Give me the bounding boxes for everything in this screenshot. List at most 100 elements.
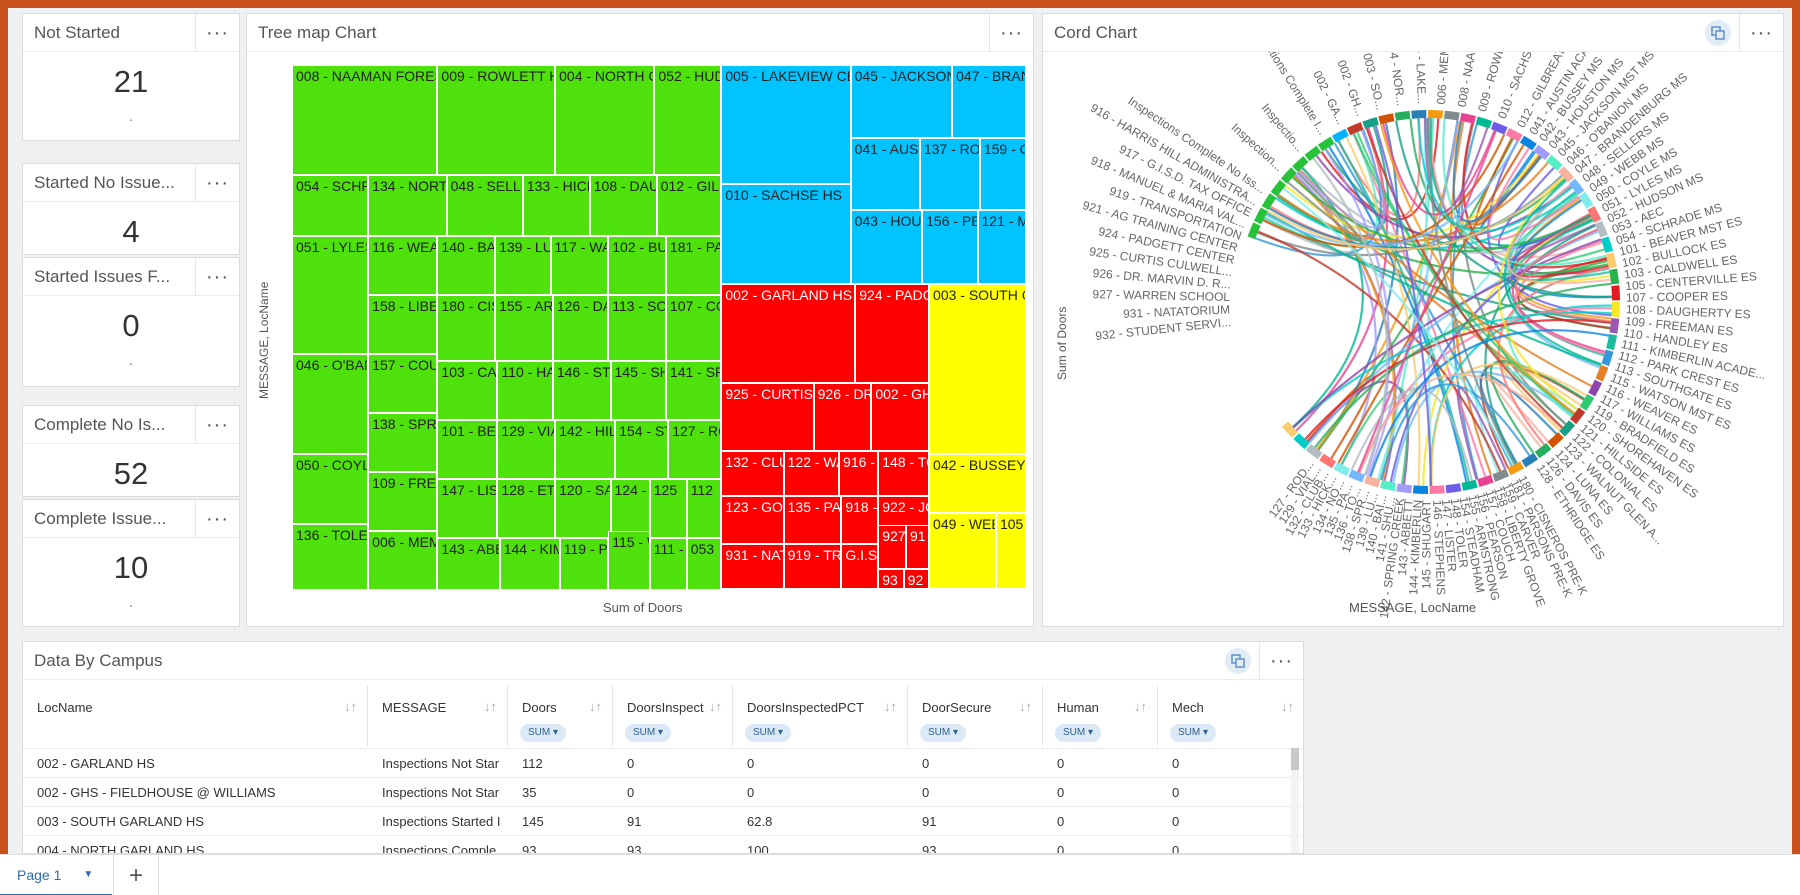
treemap-cell[interactable]: 93 <box>878 568 904 589</box>
treemap-cell[interactable]: 124 - SEWELL <box>610 478 650 538</box>
treemap-cell[interactable]: 155 - ARMSTRONG <box>495 295 553 362</box>
treemap-cell[interactable]: 045 - JACKSON <box>850 65 953 138</box>
treemap-cell[interactable]: 105 <box>995 513 1026 589</box>
more-options-icon[interactable]: ··· <box>195 406 239 444</box>
more-options-icon[interactable]: ··· <box>989 14 1033 52</box>
chord-arc[interactable] <box>1611 302 1620 318</box>
treemap-cell[interactable]: 134 - NORTHLAKE <box>368 175 447 237</box>
column-header[interactable]: DoorsInspect ↓↑ SUM ▾ <box>613 686 733 746</box>
more-options-icon[interactable]: ··· <box>195 164 239 202</box>
treemap-cell[interactable]: 127 - RODRIGUEZ <box>668 420 722 479</box>
kpi-card-complete-issues[interactable]: Complete Issue... ··· 10 . <box>22 499 240 627</box>
page-tab-active[interactable]: Page 1 ▼ <box>0 855 112 895</box>
table-row[interactable]: 002 - GARLAND HS Inspections Not Star 112 0… <box>23 748 1303 777</box>
treemap-cell[interactable]: 125 <box>649 478 687 538</box>
treemap-cell[interactable]: 154 - STEPHENS <box>615 420 669 479</box>
treemap-cell[interactable]: 918 - G.I.S.D. <box>841 495 879 544</box>
treemap-cell[interactable]: 110 - HANDLEY <box>497 361 553 420</box>
chord-arc[interactable] <box>1429 485 1445 494</box>
chord-arc[interactable] <box>1534 442 1552 459</box>
table-row[interactable]: 003 - SOUTH GARLAND HS Inspections Starte… <box>23 806 1303 835</box>
treemap-cell[interactable]: 144 - KIMBERLIN <box>499 537 560 591</box>
focus-mode-icon[interactable] <box>1705 20 1731 46</box>
treemap-cell[interactable]: 136 - TOLER <box>292 524 369 591</box>
treemap-cell[interactable]: 115 - WEBB <box>608 531 650 591</box>
treemap-cell[interactable]: 053 <box>686 537 722 591</box>
column-header[interactable]: MESSAGE ↓↑ <box>368 686 508 746</box>
treemap-cell[interactable]: 931 - NATATORIUM <box>721 543 784 589</box>
treemap-cell[interactable]: 92 <box>903 568 930 589</box>
add-page-button[interactable]: + <box>113 855 159 895</box>
kpi-card-started-issues[interactable]: Started Issues F... ··· 0 . <box>22 257 240 387</box>
treemap-cell[interactable]: 140 - BAILEY <box>437 236 496 296</box>
sort-icon[interactable]: ↓↑ <box>589 699 602 714</box>
treemap-plot[interactable]: 008 - NAAMAN FOREST009 - ROWLETT HS004 -… <box>292 65 1026 591</box>
treemap-cell[interactable]: 003 - SOUTH GARLAND <box>929 283 1026 455</box>
sort-icon[interactable]: ↓↑ <box>884 699 897 714</box>
treemap-cell[interactable]: 122 - WALNUT <box>783 450 840 496</box>
treemap-cell[interactable]: 109 - FREEMAN <box>368 472 438 532</box>
chord-arc[interactable] <box>1411 110 1427 119</box>
treemap-cell[interactable]: 133 - HICKMAN <box>522 175 590 237</box>
aggregation-pill[interactable]: SUM ▾ <box>520 724 567 742</box>
treemap-cell[interactable]: 108 - DAUGHERTY <box>589 175 657 237</box>
treemap-cell[interactable]: 927 <box>878 525 906 569</box>
treemap-cell[interactable]: 924 - PADGETT <box>855 283 930 383</box>
treemap-cell[interactable]: 111 - HANDLEY <box>649 537 687 591</box>
treemap-cell[interactable]: 103 - CALDWELL <box>437 361 498 420</box>
treemap-cell[interactable]: 005 - LAKEVIEW CENTENNIAL <box>721 65 851 185</box>
table-row[interactable]: 004 - NORTH GARLAND HS Inspections Comple… <box>23 835 1303 853</box>
treemap-cell[interactable]: 146 - STEADHAM <box>552 361 611 420</box>
treemap-cell[interactable]: G.I.S <box>841 543 879 589</box>
chord-plot[interactable]: 002 - GA...002 - GH...003 - SO...004 - N… <box>1043 52 1783 627</box>
treemap-cell[interactable]: 916 - HARRIS <box>839 450 879 496</box>
chord-arc[interactable] <box>1445 483 1462 494</box>
treemap-cell[interactable]: 156 - PEARSON <box>922 210 978 284</box>
chord-arc[interactable] <box>1444 110 1460 121</box>
treemap-cell[interactable]: 121 - MONTCLAIR <box>977 210 1026 284</box>
treemap-cell[interactable]: 010 - SACHSE HS <box>721 184 851 284</box>
treemap-cell[interactable]: 002 - GHS <box>871 382 930 451</box>
sort-icon[interactable]: ↓↑ <box>484 699 497 714</box>
treemap-cell[interactable]: 117 - WALLACE <box>550 236 609 296</box>
treemap-cell[interactable]: 138 - SPRING CREEK <box>368 413 438 473</box>
treemap-cell[interactable]: 043 - HOUSTON <box>850 210 923 284</box>
column-header[interactable]: LocName ↓↑ <box>23 686 368 746</box>
more-options-icon[interactable]: ··· <box>195 258 239 296</box>
treemap-cell[interactable]: 012 - GILBREATH <box>656 175 722 237</box>
aggregation-pill[interactable]: SUM ▾ <box>920 724 967 742</box>
treemap-cell[interactable]: 159 - CARVER <box>979 137 1026 211</box>
aggregation-pill[interactable]: SUM ▾ <box>625 724 672 742</box>
treemap-cell[interactable]: 143 - ABBETT <box>437 537 500 591</box>
treemap-cell[interactable]: 047 - BRANDENBURG <box>952 65 1026 138</box>
column-header[interactable]: Doors ↓↑ SUM ▾ <box>508 686 613 746</box>
kpi-card-started-no-issues[interactable]: Started No Issue... ··· 4 <box>22 163 240 255</box>
sort-icon[interactable]: ↓↑ <box>344 699 357 714</box>
treemap-cell[interactable]: 157 - COUCH <box>368 354 438 414</box>
sort-icon[interactable]: ↓↑ <box>1281 699 1294 714</box>
column-header[interactable]: Human ↓↑ SUM ▾ <box>1043 686 1158 746</box>
chord-arc[interactable] <box>1611 285 1620 301</box>
treemap-cell[interactable]: 052 - HUDSON <box>654 65 722 176</box>
treemap-cell[interactable]: 158 - LIBERTY <box>368 295 438 355</box>
sort-icon[interactable]: ↓↑ <box>1019 699 1032 714</box>
treemap-cell[interactable]: 135 - PARK <box>783 495 842 544</box>
table-scrollbar[interactable] <box>1291 748 1299 853</box>
treemap-cell[interactable]: 042 - BUSSEY <box>929 454 1026 513</box>
treemap-cell[interactable]: 050 - COYLE <box>292 454 369 525</box>
column-header[interactable]: DoorSecure ↓↑ SUM ▾ <box>908 686 1043 746</box>
treemap-cell[interactable]: 128 - ETHRIDGE <box>497 478 556 538</box>
treemap-cell[interactable]: 147 - LISTER <box>437 478 498 538</box>
aggregation-pill[interactable]: SUM ▾ <box>1055 724 1102 742</box>
aggregation-pill[interactable]: SUM ▾ <box>1170 724 1217 742</box>
treemap-cell[interactable]: 041 - AUSTIN <box>850 137 920 211</box>
chord-arc[interactable] <box>1332 128 1349 143</box>
chord-arc[interactable] <box>1378 113 1395 125</box>
treemap-cell[interactable]: 006 - MEMORIAL <box>368 531 438 591</box>
more-options-icon[interactable]: ··· <box>195 500 239 538</box>
treemap-cell[interactable]: 112 <box>686 478 722 538</box>
treemap-cell[interactable]: 129 - VIAL <box>497 420 556 479</box>
treemap-cell[interactable]: 91 <box>905 525 930 569</box>
more-options-icon[interactable]: ··· <box>1259 642 1303 680</box>
kpi-card-complete-no-issues[interactable]: Complete No Is... ··· 52 <box>22 405 240 497</box>
